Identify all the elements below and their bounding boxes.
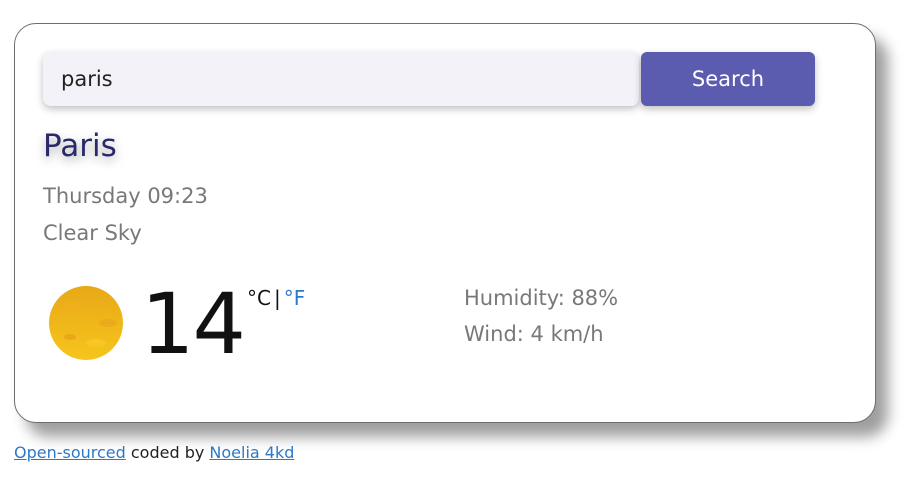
weather-condition: Clear Sky: [43, 221, 142, 245]
fahrenheit-link[interactable]: °F: [284, 286, 306, 310]
temperature-value: 14: [141, 275, 246, 373]
unit-switcher: °C | °F: [247, 284, 305, 312]
open-source-link[interactable]: Open-sourced: [14, 443, 126, 462]
sun-icon: [49, 286, 123, 360]
search-input[interactable]: [43, 52, 639, 106]
unit-separator: |: [273, 286, 281, 310]
weather-card: Search Paris Thursday 09:23 Clear Sky 14…: [14, 23, 876, 423]
search-button[interactable]: Search: [641, 52, 815, 106]
footer-text: coded by: [125, 443, 210, 462]
city-name: Paris: [43, 128, 117, 164]
wind-text: Wind: 4 km/h: [464, 322, 604, 346]
celsius-unit[interactable]: °C: [247, 286, 271, 310]
author-link[interactable]: Noelia 4kd: [209, 443, 294, 462]
date-time: Thursday 09:23: [43, 184, 208, 208]
footer: Open-sourced coded by Noelia 4kd: [14, 442, 294, 464]
humidity-text: Humidity: 88%: [464, 286, 619, 310]
